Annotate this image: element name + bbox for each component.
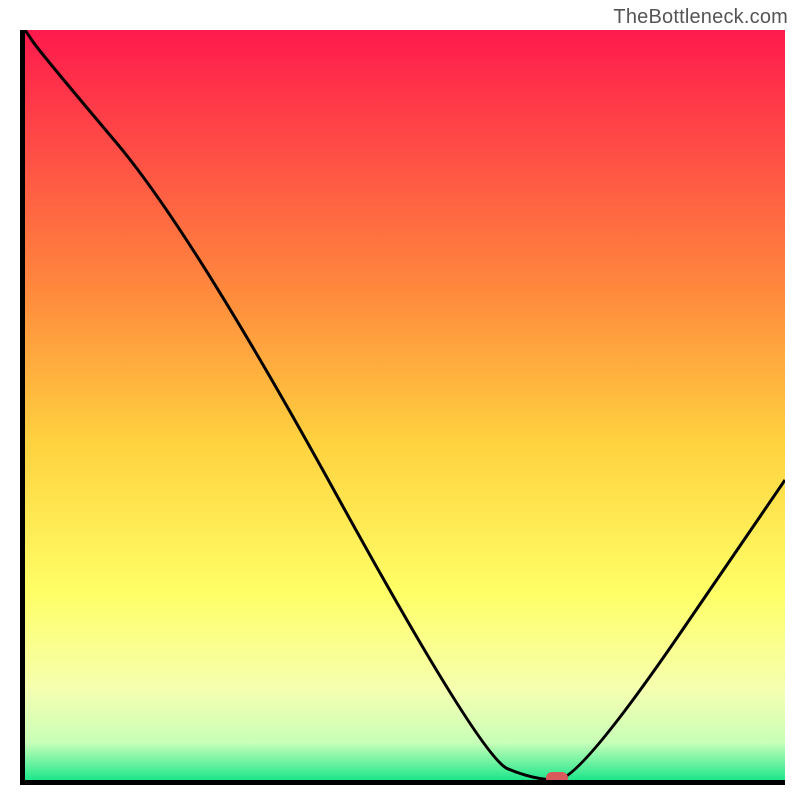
- optimal-marker: [546, 772, 568, 784]
- plot-area: [20, 30, 785, 785]
- bottleneck-curve: [25, 30, 785, 780]
- watermark-text: TheBottleneck.com: [613, 6, 788, 29]
